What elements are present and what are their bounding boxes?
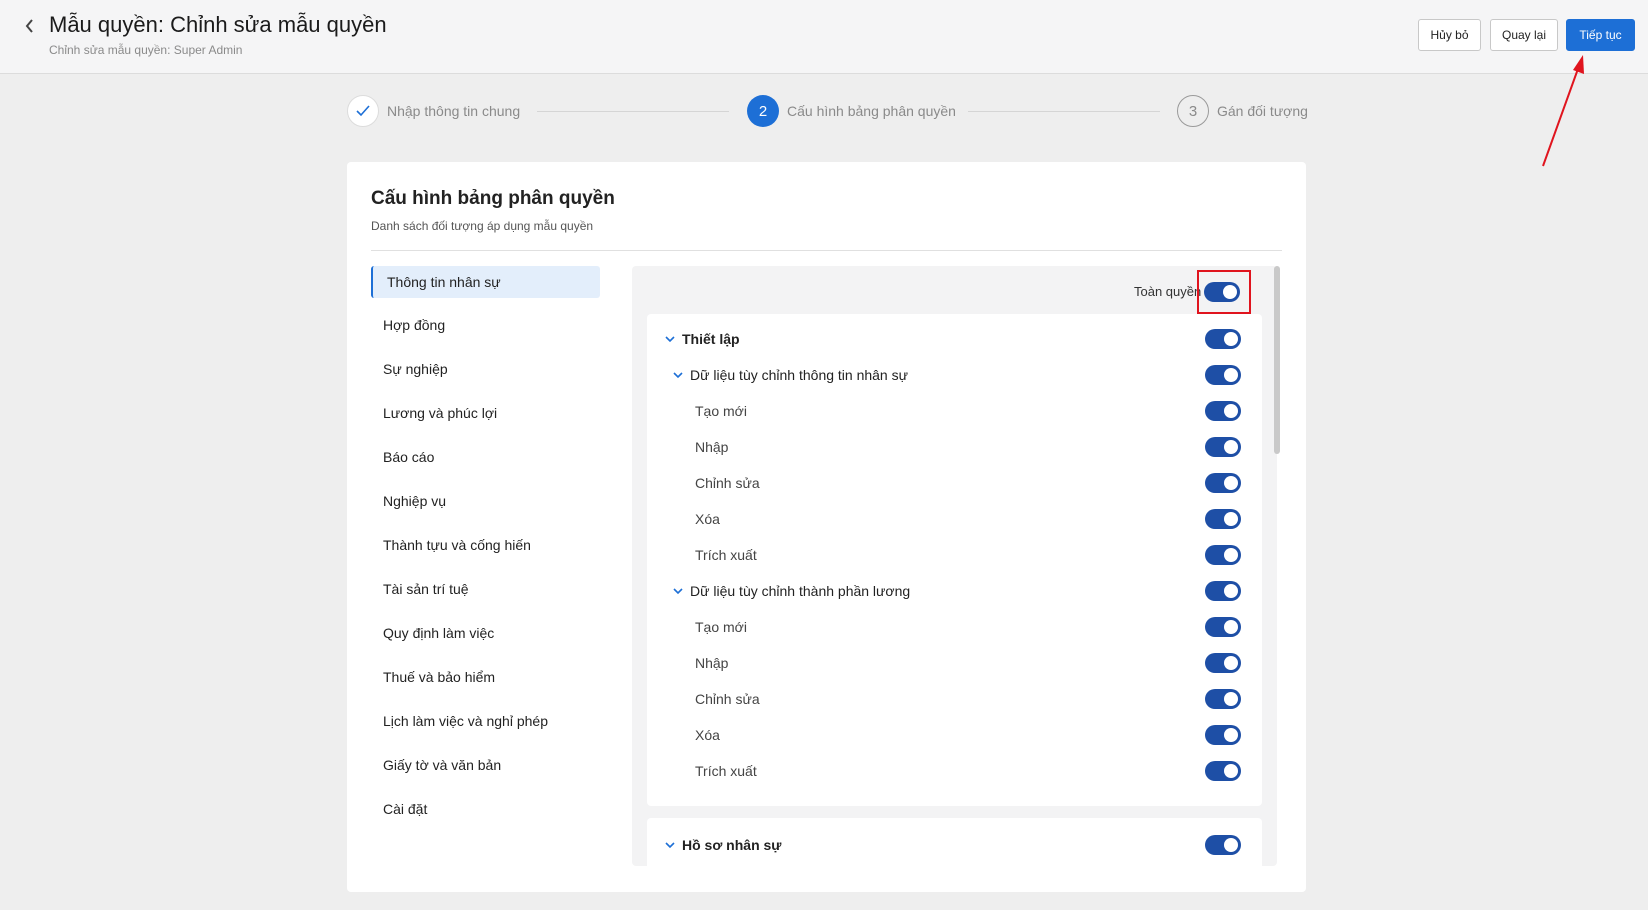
scrollbar-thumb[interactable] — [1274, 266, 1280, 454]
toggle-item[interactable] — [1205, 617, 1241, 637]
permission-row: Dữ liệu tùy chỉnh thông tin nhân sự — [647, 357, 1262, 393]
row-label: Chỉnh sửa — [695, 475, 760, 491]
permission-row: Dữ liệu tùy chỉnh thành phần lương — [647, 573, 1262, 609]
category-item-cai-dat[interactable]: Cài đặt — [371, 793, 600, 825]
toggle-knob — [1224, 620, 1238, 634]
permission-row: Tạo mới — [647, 609, 1262, 645]
category-item-nghiep-vu[interactable]: Nghiệp vụ — [371, 485, 600, 517]
step-3-number: 3 — [1177, 95, 1209, 127]
back-arrow-icon[interactable] — [18, 14, 42, 38]
permission-row: Thiết lập — [647, 321, 1262, 357]
category-item-su-nghiep[interactable]: Sự nghiệp — [371, 353, 600, 385]
row-label: Nhập — [695, 655, 729, 671]
row-label: Tạo mới — [695, 619, 747, 635]
category-item-bao-cao[interactable]: Báo cáo — [371, 441, 600, 473]
toggle-knob — [1224, 584, 1238, 598]
cancel-button[interactable]: Hủy bỏ — [1418, 19, 1481, 51]
permission-group-ho-so-nhan-su: Hồ sơ nhân sự — [647, 818, 1262, 866]
top-bar: Mẫu quyền: Chỉnh sửa mẫu quyền Chỉnh sửa… — [0, 0, 1648, 74]
page-title: Mẫu quyền: Chỉnh sửa mẫu quyền — [49, 12, 387, 37]
category-item-luong-phuc-loi[interactable]: Lương và phúc lợi — [371, 397, 600, 429]
category-item-giay-to[interactable]: Giấy tờ và văn bản — [371, 749, 600, 781]
permission-row: Xóa — [647, 717, 1262, 753]
row-label: Xóa — [695, 727, 720, 743]
step-1-check-icon — [347, 95, 379, 127]
toggle-knob — [1224, 548, 1238, 562]
step-connector — [537, 111, 729, 112]
row-label: Trích xuất — [695, 547, 757, 563]
chevron-down-icon[interactable] — [672, 369, 684, 381]
step-connector — [968, 111, 1160, 112]
category-item-thong-tin-nhan-su[interactable]: Thông tin nhân sự — [371, 266, 600, 298]
card-subtitle: Danh sách đối tượng áp dụng mẫu quyền — [371, 219, 594, 233]
back-button[interactable]: Quay lại — [1490, 19, 1558, 51]
permission-row: Nhập — [647, 429, 1262, 465]
toggle-thiet-lap[interactable] — [1205, 329, 1241, 349]
row-label: Trích xuất — [695, 763, 757, 779]
toggle-knob — [1224, 476, 1238, 490]
toggle-item[interactable] — [1205, 509, 1241, 529]
chevron-down-icon[interactable] — [672, 585, 684, 597]
toggle-section[interactable] — [1205, 581, 1241, 601]
row-label: Xóa — [695, 511, 720, 527]
row-label: Thiết lập — [682, 331, 740, 347]
toggle-item[interactable] — [1205, 653, 1241, 673]
continue-button[interactable]: Tiếp tục — [1566, 19, 1635, 51]
toggle-item[interactable] — [1205, 473, 1241, 493]
category-item-lich-lam-viec[interactable]: Lịch làm việc và nghỉ phép — [371, 705, 600, 737]
permission-row: Trích xuất — [647, 537, 1262, 573]
toggle-knob — [1224, 368, 1238, 382]
toggle-knob — [1224, 838, 1238, 852]
toggle-item[interactable] — [1205, 761, 1241, 781]
permission-row: Nhập — [647, 645, 1262, 681]
card-title: Cấu hình bảng phân quyền — [371, 188, 615, 209]
category-item-thanh-tuu[interactable]: Thành tựu và cống hiến — [371, 529, 600, 561]
full-access-label: Toàn quyền — [1134, 284, 1202, 299]
step-2-number: 2 — [747, 95, 779, 127]
permission-row: Chỉnh sửa — [647, 681, 1262, 717]
toggle-item[interactable] — [1205, 689, 1241, 709]
chevron-down-icon[interactable] — [664, 333, 676, 345]
toggle-knob — [1224, 440, 1238, 454]
step-3-label: Gán đối tượng — [1217, 103, 1308, 119]
toggle-section[interactable] — [1205, 365, 1241, 385]
row-label: Dữ liệu tùy chỉnh thông tin nhân sự — [690, 367, 908, 383]
page-subtitle: Chỉnh sửa mẫu quyền: Super Admin — [49, 43, 243, 57]
toggle-item[interactable] — [1205, 437, 1241, 457]
toggle-item[interactable] — [1205, 545, 1241, 565]
toggle-knob — [1224, 404, 1238, 418]
toggle-knob — [1224, 656, 1238, 670]
category-item-thue-bao-hiem[interactable]: Thuế và bảo hiểm — [371, 661, 600, 693]
category-item-hop-dong[interactable]: Hợp đồng — [371, 309, 600, 341]
toggle-ho-so-nhan-su[interactable] — [1205, 835, 1241, 855]
toggle-knob — [1224, 332, 1238, 346]
toggle-item[interactable] — [1205, 725, 1241, 745]
permission-row: Tạo mới — [647, 393, 1262, 429]
card-divider — [371, 250, 1282, 251]
annotation-highlight-box — [1197, 270, 1251, 314]
chevron-down-icon[interactable] — [664, 839, 676, 851]
permission-panel: Toàn quyền Thiết lập Dữ liệu tùy chỉnh t… — [632, 266, 1277, 866]
step-1-label: Nhập thông tin chung — [387, 103, 521, 119]
category-item-quy-dinh[interactable]: Quy định làm việc — [371, 617, 600, 649]
row-label: Dữ liệu tùy chỉnh thành phần lương — [690, 583, 911, 599]
toggle-knob — [1224, 512, 1238, 526]
toggle-item[interactable] — [1205, 401, 1241, 421]
row-label: Nhập — [695, 439, 729, 455]
toggle-knob — [1224, 692, 1238, 706]
permission-row: Xóa — [647, 501, 1262, 537]
step-2-label: Cấu hình bảng phân quyền — [787, 103, 956, 119]
toggle-knob — [1224, 728, 1238, 742]
row-label: Tạo mới — [695, 403, 747, 419]
toggle-knob — [1224, 764, 1238, 778]
permission-group-thiet-lap: Thiết lập Dữ liệu tùy chỉnh thông tin nh… — [647, 314, 1262, 806]
row-label: Hồ sơ nhân sự — [682, 837, 782, 853]
row-label: Chỉnh sửa — [695, 691, 760, 707]
permission-row: Trích xuất — [647, 753, 1262, 789]
permission-row: Chỉnh sửa — [647, 465, 1262, 501]
permission-row: Hồ sơ nhân sự — [647, 827, 1262, 863]
category-item-tai-san-tri-tue[interactable]: Tài sản trí tuệ — [371, 573, 600, 605]
permission-config-card: Cấu hình bảng phân quyền Danh sách đối t… — [347, 162, 1306, 892]
